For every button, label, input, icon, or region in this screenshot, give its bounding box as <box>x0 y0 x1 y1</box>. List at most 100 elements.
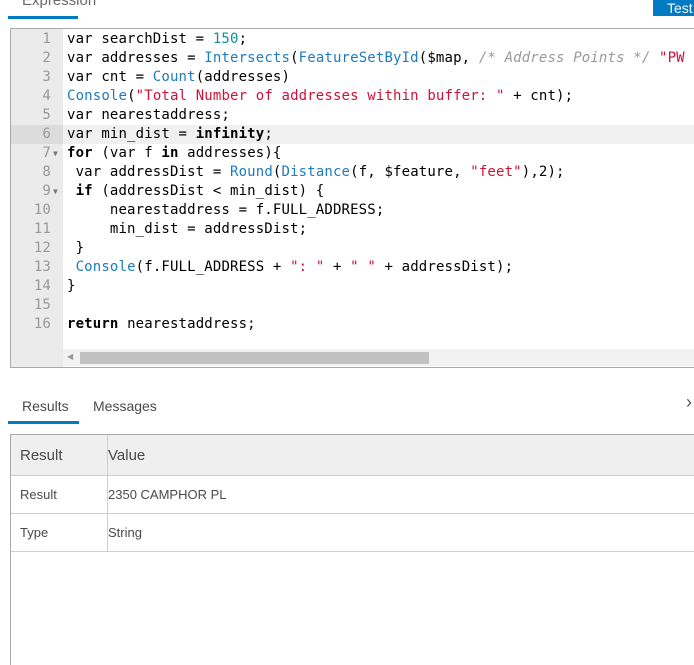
scroll-left-icon[interactable]: ◀ <box>67 352 73 361</box>
code-token: ; <box>264 126 273 142</box>
code-token: + addressDist); <box>375 259 514 275</box>
code-line[interactable]: 8 var addressDist = Round(Distance(f, $f… <box>11 163 694 182</box>
code-token: Console <box>75 259 136 275</box>
code-token: return <box>67 316 119 332</box>
code-line[interactable]: 2 var addresses = Intersects(FeatureSetBy… <box>11 49 694 68</box>
code-text: var addresses = Intersects(FeatureSetByI… <box>67 49 685 68</box>
code-token: var addresses = <box>67 50 205 66</box>
horizontal-scrollbar[interactable]: ◀ <box>63 349 694 366</box>
code-line[interactable]: 9 ▼ if (addressDist < min_dist) { <box>11 182 694 201</box>
tab-expression[interactable]: Expression <box>8 0 96 19</box>
code-token: min_dist = addressDist; <box>67 221 308 237</box>
line-number: 14 <box>33 278 51 294</box>
code-token: addresses){ <box>178 145 282 161</box>
code-line[interactable]: 14} <box>11 277 694 296</box>
line-number: 6 <box>11 125 63 144</box>
code-token: Distance <box>281 164 351 180</box>
results-table: Result Value Result 2350 CAMPHOR PL Type… <box>10 434 694 665</box>
code-token: (addressDist < min_dist) { <box>92 183 325 199</box>
tab-expression-label: Expression <box>22 0 97 9</box>
code-line[interactable]: 15 <box>11 296 694 315</box>
line-number: 4 <box>42 88 51 104</box>
code-line[interactable]: 12 } <box>11 239 694 258</box>
code-token: Console <box>67 88 128 104</box>
line-number: 3 <box>42 69 51 85</box>
code-token: var addressDist = <box>67 164 230 180</box>
code-lines[interactable]: 1 var searchDist = 150; 2 var addresses = I… <box>11 30 694 334</box>
code-token: " " <box>350 259 376 275</box>
code-token: for <box>67 145 93 161</box>
code-line[interactable]: 11 min_dist = addressDist; <box>11 220 694 239</box>
code-text: var searchDist = 150; <box>67 30 247 49</box>
code-line[interactable]: 7 ▼ for (var f in addresses){ <box>11 144 694 163</box>
code-token: nearestaddress = f.FULL_ADDRESS; <box>67 202 385 218</box>
code-text: for (var f in addresses){ <box>67 144 282 163</box>
code-text: min_dist = addressDist; <box>67 220 307 239</box>
table-row: Type String <box>11 514 694 552</box>
code-token: ($map, <box>418 50 479 66</box>
code-token: ( <box>272 164 282 180</box>
code-token: ": " <box>290 259 325 275</box>
line-number: 13 <box>33 259 51 275</box>
code-line[interactable]: 10 nearestaddress = f.FULL_ADDRESS; <box>11 201 694 220</box>
code-line[interactable]: 3 var cnt = Count(addresses) <box>11 68 694 87</box>
code-text: var cnt = Count(addresses) <box>67 68 290 87</box>
code-text: return nearestaddress; <box>67 315 256 334</box>
line-number: 16 <box>33 316 51 332</box>
row-value: String <box>108 525 142 540</box>
code-text: Console("Total Number of addresses withi… <box>67 87 573 106</box>
code-line[interactable]: 16 return nearestaddress; <box>11 315 694 334</box>
collapse-chevron-icon[interactable]: › <box>686 392 692 413</box>
code-line[interactable]: 5 var nearestaddress; <box>11 106 694 125</box>
row-value: 2350 CAMPHOR PL <box>108 487 227 502</box>
code-token: (f, $feature, <box>350 164 471 180</box>
row-label: Type <box>11 514 108 551</box>
code-text: } <box>67 239 84 258</box>
line-number: 10 <box>33 202 51 218</box>
table-row: Result 2350 CAMPHOR PL <box>11 476 694 514</box>
code-text: if (addressDist < min_dist) { <box>67 182 325 201</box>
code-editor[interactable]: 1 var searchDist = 150; 2 var addresses = I… <box>10 28 694 368</box>
code-token: FeatureSetById <box>298 50 419 66</box>
scrollbar-thumb[interactable] <box>80 352 429 364</box>
line-number: 1 <box>42 31 51 47</box>
test-button[interactable]: Test <box>653 0 694 16</box>
tab-messages[interactable]: Messages <box>93 398 157 414</box>
code-line[interactable]: 6 var min_dist = infinity; <box>11 125 694 144</box>
row-label: Result <box>11 476 108 513</box>
line-number: 12 <box>33 240 51 256</box>
code-token: ),2); <box>521 164 565 180</box>
code-token: var min_dist = <box>67 126 196 142</box>
line-number: 8 <box>42 164 51 180</box>
code-token: Intersects <box>204 50 291 66</box>
line-number: 2 <box>42 50 51 66</box>
code-text: var min_dist = infinity; <box>67 125 273 144</box>
code-token: Count <box>152 69 196 85</box>
table-header-row: Result Value <box>11 435 694 476</box>
code-token: (var f <box>92 145 162 161</box>
code-token: ; <box>238 31 248 47</box>
tab-results[interactable]: Results <box>22 398 69 414</box>
header-result: Result <box>11 435 108 475</box>
fold-toggle-icon[interactable]: ▼ <box>53 182 58 201</box>
code-text: var addressDist = Round(Distance(f, $fea… <box>67 163 565 182</box>
code-line[interactable]: 4 Console("Total Number of addresses with… <box>11 87 694 106</box>
code-token: "feet" <box>470 164 522 180</box>
code-line[interactable]: 1 var searchDist = 150; <box>11 30 694 49</box>
code-token: var nearestaddress; <box>67 107 230 123</box>
code-text: nearestaddress = f.FULL_ADDRESS; <box>67 201 384 220</box>
fold-toggle-icon[interactable]: ▼ <box>53 144 58 163</box>
line-number: 15 <box>33 297 51 313</box>
header-value: Value <box>108 446 146 464</box>
code-token: var searchDist = <box>67 31 213 47</box>
code-token: (f.FULL_ADDRESS + <box>135 259 291 275</box>
code-token: "Total Number of addresses within buffer… <box>135 88 505 104</box>
code-line[interactable]: 13 Console(f.FULL_ADDRESS + ": " + " " +… <box>11 258 694 277</box>
code-token: in <box>161 145 179 161</box>
code-token: /* Address Points */ <box>478 50 651 66</box>
code-token: (addresses) <box>195 69 291 85</box>
code-token: } <box>67 240 85 256</box>
code-token: var cnt = <box>67 69 153 85</box>
